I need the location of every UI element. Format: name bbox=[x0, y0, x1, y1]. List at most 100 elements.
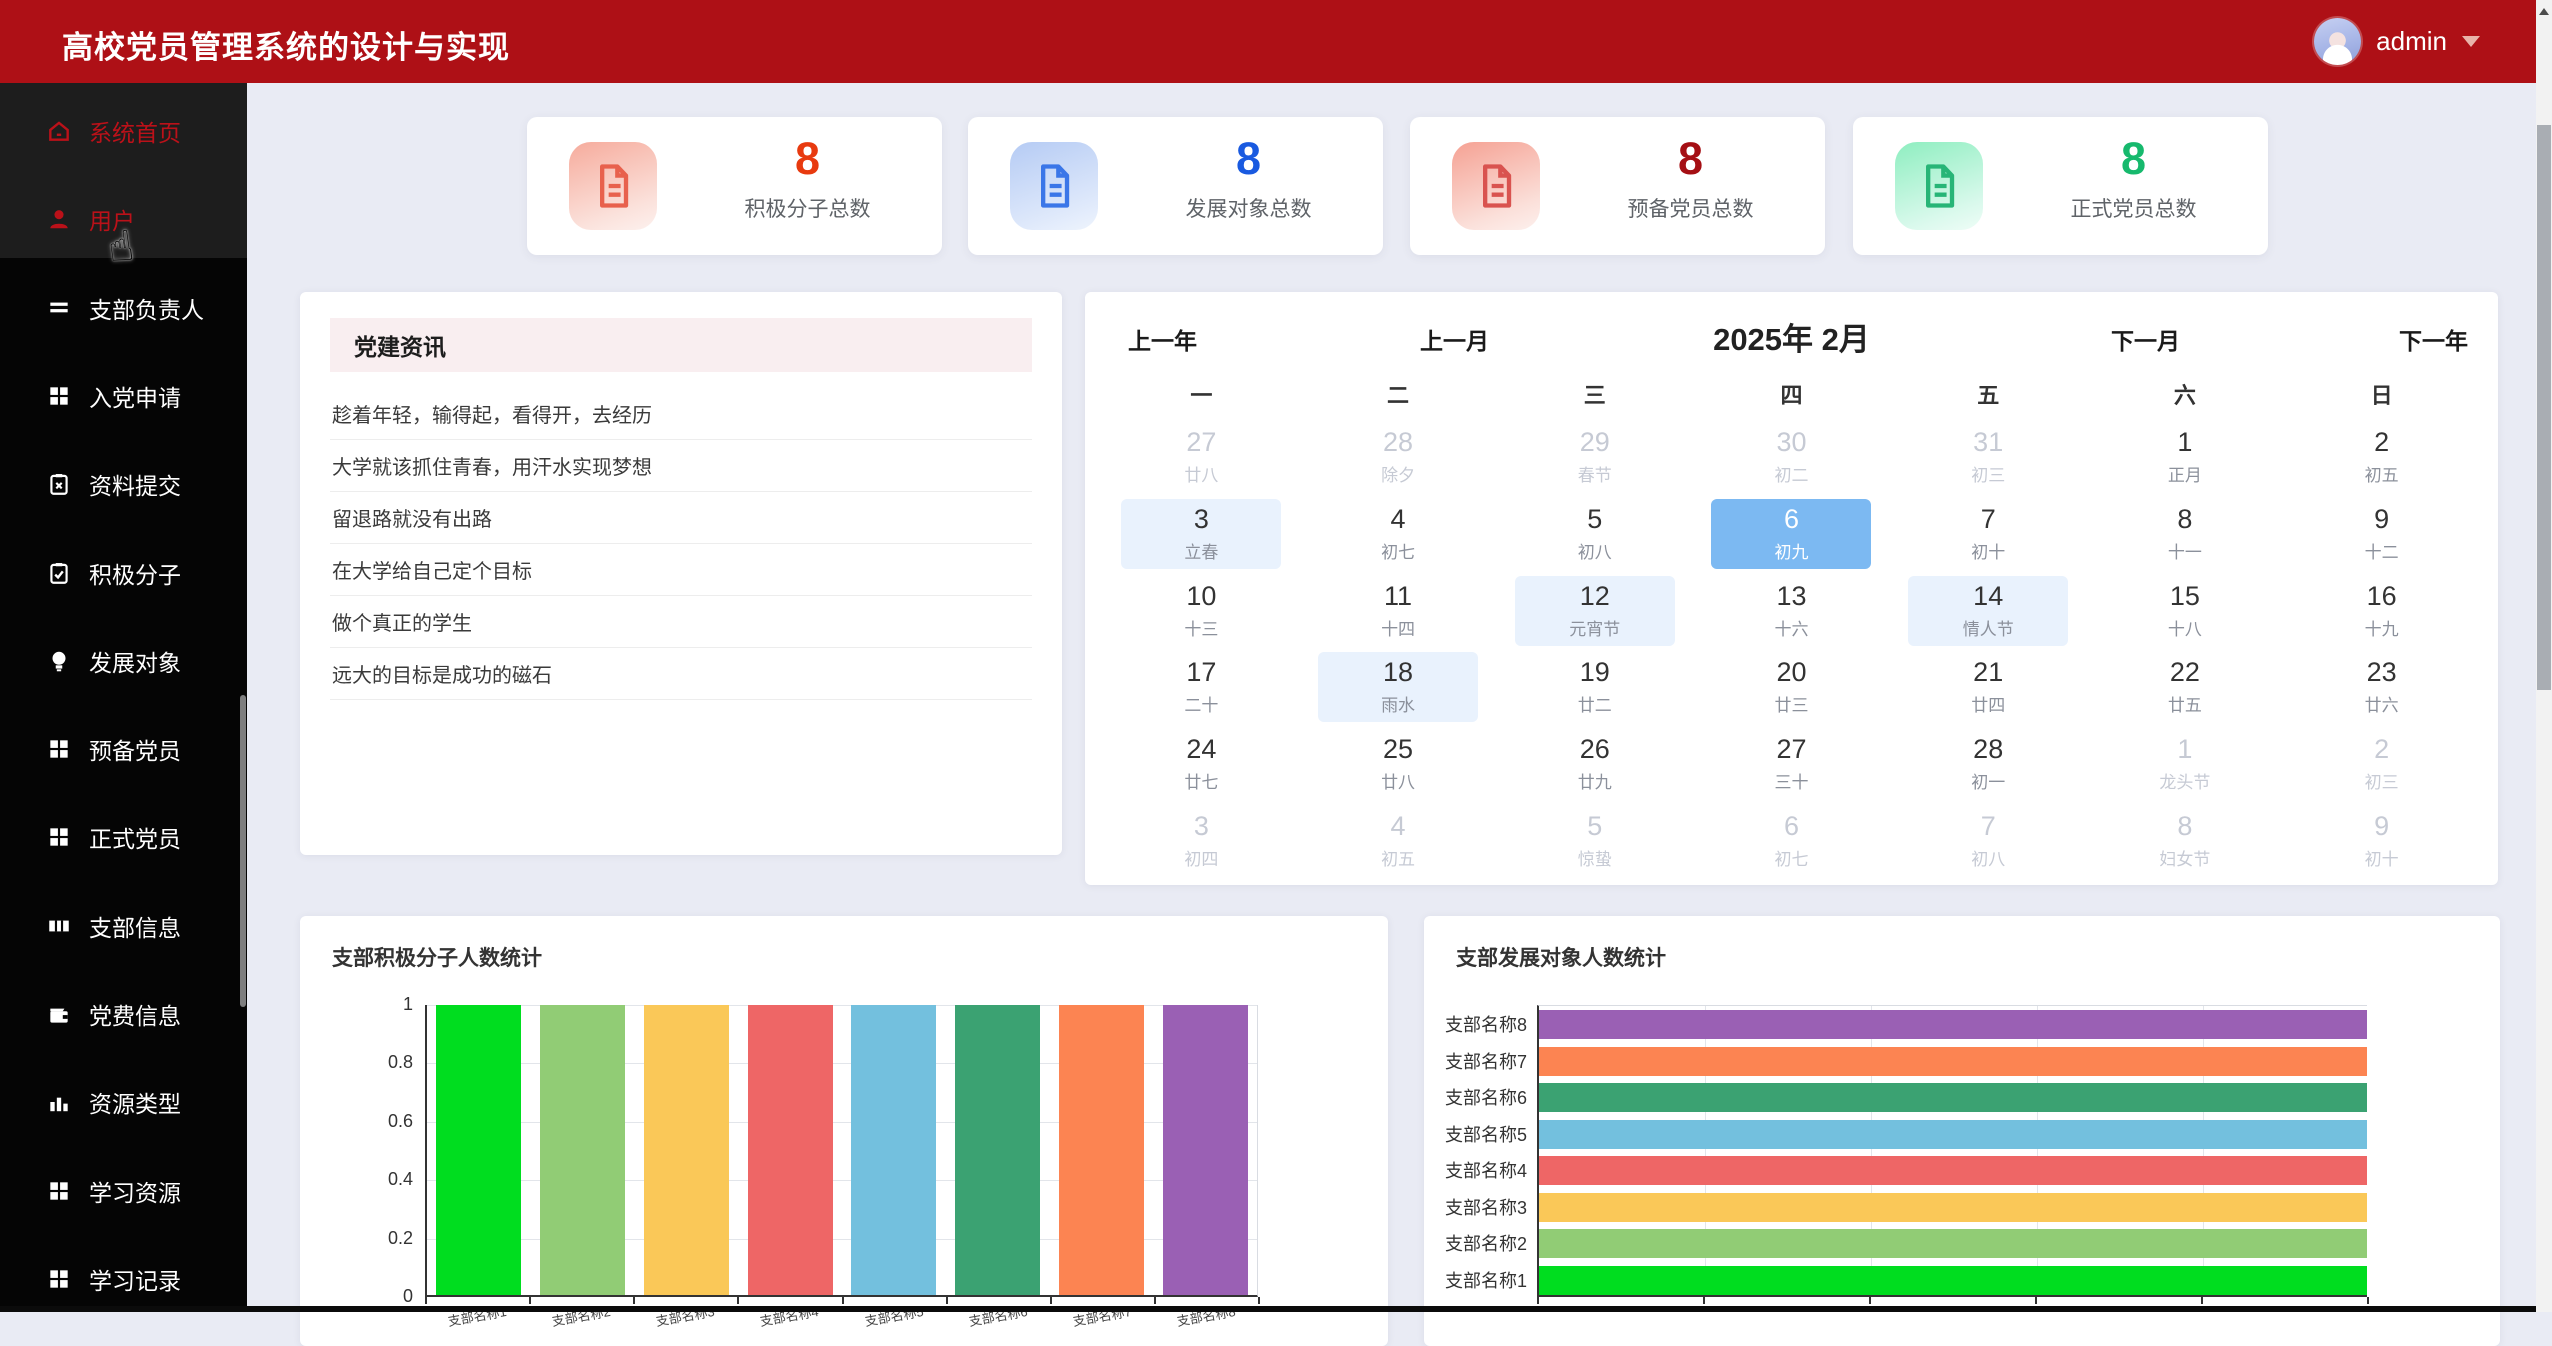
sidebar-item-8[interactable]: 预备党员 bbox=[0, 720, 247, 778]
calendar-day-cell[interactable]: 21廿四 bbox=[1890, 650, 2087, 727]
sidebar-item-label: 正式党员 bbox=[89, 820, 181, 854]
sidebar-item-11[interactable]: 党费信息 bbox=[0, 985, 247, 1043]
calendar-day-cell[interactable]: 30初二 bbox=[1693, 420, 1890, 497]
calendar-day-cell[interactable]: 5初八 bbox=[1496, 497, 1693, 574]
stat-card-1: 8积极分子总数 bbox=[527, 117, 942, 255]
calendar-day-number: 5 bbox=[1515, 811, 1675, 842]
calendar-day-cell[interactable]: 9十二 bbox=[2283, 497, 2480, 574]
calendar-day-cell[interactable]: 19廿二 bbox=[1496, 650, 1693, 727]
calendar-day-cell[interactable]: 9初十 bbox=[2283, 804, 2480, 881]
calendar-day-cell[interactable]: 18雨水 bbox=[1300, 650, 1497, 727]
calendar-day-cell[interactable]: 8十一 bbox=[2087, 497, 2284, 574]
calendar-day-cell[interactable]: 13十六 bbox=[1693, 574, 1890, 651]
calendar-day-cell[interactable]: 2初五 bbox=[2283, 420, 2480, 497]
sidebar-item-label: 支部负责人 bbox=[89, 291, 204, 325]
calendar-day-cell-selected[interactable]: 6初九 bbox=[1693, 497, 1890, 574]
sidebar-item-5[interactable]: 资料提交 bbox=[0, 455, 247, 513]
calendar-day-cell[interactable]: 15 十八 bbox=[2087, 574, 2284, 651]
calendar-day-lunar: 十二 bbox=[2302, 538, 2462, 563]
calendar-day-cell[interactable]: 7初十 bbox=[1890, 497, 2087, 574]
calendar-day-cell[interactable]: 8妇女节 bbox=[2087, 804, 2284, 881]
sidebar-item-1[interactable]: 系统首页 bbox=[0, 102, 247, 160]
calendar-day-cell[interactable]: 6初七 bbox=[1693, 804, 1890, 881]
calendar-day-lunar: 二十 bbox=[1121, 691, 1281, 716]
sidebar-item-10[interactable]: 支部信息 bbox=[0, 897, 247, 955]
calendar-day-cell[interactable]: 31初三 bbox=[1890, 420, 2087, 497]
x-axis-tick bbox=[1703, 1297, 1705, 1304]
bar-支部名称6 bbox=[1539, 1083, 2367, 1112]
calendar-day-cell[interactable]: 25廿八 bbox=[1300, 727, 1497, 804]
calendar-day-cell[interactable]: 27三十 bbox=[1693, 727, 1890, 804]
bar-支部名称5 bbox=[1539, 1120, 2367, 1149]
calendar-day-cell[interactable]: 3立春 bbox=[1103, 497, 1300, 574]
sidebar-item-13[interactable]: 学习资源 bbox=[0, 1162, 247, 1220]
news-item-2[interactable]: 大学就该抓住青春，用汗水实现梦想 bbox=[330, 440, 1032, 492]
news-item-6[interactable]: 远大的目标是成功的磁石 bbox=[330, 648, 1032, 700]
calendar-day-cell[interactable]: 22廿五 bbox=[2087, 650, 2284, 727]
sidebar-item-9[interactable]: 正式党员 bbox=[0, 808, 247, 866]
y-axis-category-label: 支部名称4 bbox=[1430, 1157, 1527, 1183]
calendar-day-cell[interactable]: 7初八 bbox=[1890, 804, 2087, 881]
calendar-day-lunar: 立春 bbox=[1121, 538, 1281, 563]
calendar-day-number: 7 bbox=[1908, 811, 2068, 842]
calendar-next-year-button[interactable]: 下一年 bbox=[2399, 322, 2468, 356]
calendar-day-cell[interactable]: 5惊蛰 bbox=[1496, 804, 1693, 881]
calendar-day-number: 15 bbox=[2105, 581, 2265, 612]
calendar-day-cell[interactable]: 11十四 bbox=[1300, 574, 1497, 651]
calendar-day-cell[interactable]: 1正月 bbox=[2087, 420, 2284, 497]
calendar-day-cell[interactable]: 14情人节 bbox=[1890, 574, 2087, 651]
calendar-day-cell[interactable]: 27廿八 bbox=[1103, 420, 1300, 497]
sidebar-item-6[interactable]: 积极分子 bbox=[0, 544, 247, 602]
news-item-5[interactable]: 做个真正的学生 bbox=[330, 596, 1032, 648]
sidebar-item-14[interactable]: 学习记录 bbox=[0, 1250, 247, 1308]
sidebar-item-4[interactable]: 入党申请 bbox=[0, 367, 247, 425]
calendar-next-month-button[interactable]: 下一月 bbox=[2111, 322, 2180, 356]
calendar-day-number: 9 bbox=[2302, 811, 2462, 842]
calendar-day-cell[interactable]: 20廿三 bbox=[1693, 650, 1890, 727]
sidebar-scrollbar-thumb[interactable] bbox=[240, 695, 246, 1007]
calendar-day-lunar: 三十 bbox=[1711, 768, 1871, 793]
sidebar-item-7[interactable]: 发展对象 bbox=[0, 632, 247, 690]
user-menu[interactable]: admin bbox=[2314, 0, 2480, 83]
calendar-day-lunar: 十八 bbox=[2105, 615, 2265, 640]
calendar-weekday-label: 五 bbox=[1890, 378, 2087, 410]
news-item-3[interactable]: 留退路就没有出路 bbox=[330, 492, 1032, 544]
sidebar-item-3[interactable]: 支部负责人 bbox=[0, 279, 247, 337]
avatar[interactable] bbox=[2314, 18, 2361, 65]
page-scrollbar-thumb[interactable] bbox=[2537, 125, 2551, 690]
news-item-4[interactable]: 在大学给自己定个目标 bbox=[330, 544, 1032, 596]
calendar-day-cell[interactable]: 17二十 bbox=[1103, 650, 1300, 727]
y-axis-tick-label: 0 bbox=[358, 1286, 413, 1307]
sidebar-item-label: 支部信息 bbox=[89, 909, 181, 943]
y-axis-tick-label: 0.8 bbox=[358, 1052, 413, 1073]
sidebar-item-12[interactable]: 资源类型 bbox=[0, 1073, 247, 1131]
calendar-day-cell[interactable]: 28初一 bbox=[1890, 727, 2087, 804]
calendar-day-cell[interactable]: 10十三 bbox=[1103, 574, 1300, 651]
calendar-day-cell[interactable]: 1龙头节 bbox=[2087, 727, 2284, 804]
calendar-day-cell[interactable]: 16十九 bbox=[2283, 574, 2480, 651]
calendar-day-cell[interactable]: 24廿七 bbox=[1103, 727, 1300, 804]
calendar-day-cell[interactable]: 29春节 bbox=[1496, 420, 1693, 497]
calendar-day-lunar: 廿三 bbox=[1711, 691, 1871, 716]
calendar-day-cell[interactable]: 12元宵节 bbox=[1496, 574, 1693, 651]
page-scrollbar[interactable] bbox=[2536, 0, 2552, 1312]
calendar-day-cell[interactable]: 4初五 bbox=[1300, 804, 1497, 881]
calendar-day-number: 16 bbox=[2302, 581, 2462, 612]
calendar-day-lunar: 初四 bbox=[1121, 845, 1281, 870]
y-axis-category-label: 支部名称7 bbox=[1430, 1048, 1527, 1074]
calendar-day-lunar: 春节 bbox=[1515, 461, 1675, 486]
calendar-day-cell[interactable]: 26廿九 bbox=[1496, 727, 1693, 804]
scrollbar-up-icon[interactable] bbox=[2539, 3, 2549, 15]
calendar-day-cell[interactable]: 23廿六 bbox=[2283, 650, 2480, 727]
calendar-day-cell[interactable]: 3初四 bbox=[1103, 804, 1300, 881]
calendar-day-lunar: 廿二 bbox=[1515, 691, 1675, 716]
calendar-day-cell[interactable]: 28除夕 bbox=[1300, 420, 1497, 497]
calendar-day-lunar: 廿八 bbox=[1121, 461, 1281, 486]
news-item-1[interactable]: 趁着年轻，输得起，看得开，去经历 bbox=[330, 388, 1032, 440]
calendar-day-cell[interactable]: 2初三 bbox=[2283, 727, 2480, 804]
calendar-day-lunar: 龙头节 bbox=[2105, 768, 2265, 793]
stat-card-value: 8 bbox=[1128, 133, 1369, 185]
calendar-day-cell[interactable]: 4初七 bbox=[1300, 497, 1497, 574]
calendar-day-lunar: 妇女节 bbox=[2105, 845, 2265, 870]
y-axis-category-label: 支部名称8 bbox=[1430, 1011, 1527, 1037]
